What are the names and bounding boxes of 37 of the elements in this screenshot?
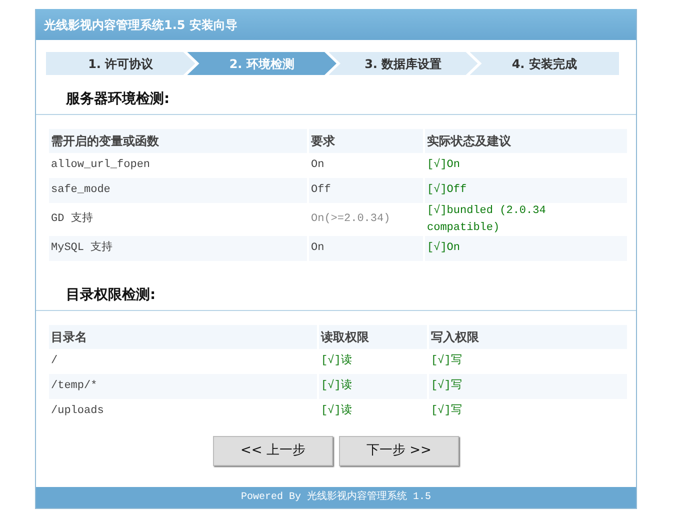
column-header: 写入权限 xyxy=(429,325,627,349)
table-cell-text: [√]写 xyxy=(430,403,463,420)
table-cell: [√]读 xyxy=(319,374,427,399)
window-title: 光线影视内容管理系统1.5 安装向导 xyxy=(36,9,636,40)
table-cell-text: [√]bundled (2.0.34 compatible) xyxy=(426,203,547,236)
column-header: 目录名 xyxy=(49,325,317,349)
column-header: 需开启的变量或函数 xyxy=(49,129,307,153)
table-cell-text: allow_url_fopen xyxy=(50,158,152,174)
next-button[interactable]: 下一步 >> xyxy=(339,436,459,466)
table-cell: [√]写 xyxy=(429,374,627,399)
section-heading: 目录权限检测: xyxy=(36,271,636,311)
table-cell: [√]On xyxy=(425,236,627,261)
table-cell: On xyxy=(309,236,423,261)
table-cell: safe_mode xyxy=(49,178,307,203)
table-cell-text: On xyxy=(310,158,326,174)
table-cell: Off xyxy=(309,178,423,203)
footer-text: Powered By 光线影视内容管理系统 1.5 xyxy=(36,487,636,508)
wizard-step: 3. 数据库设置 xyxy=(328,52,478,75)
table-cell-text: [√]读 xyxy=(320,403,353,420)
table-cell-text: / xyxy=(50,354,59,370)
column-header: 要求 xyxy=(309,129,423,153)
table-cell: MySQL 支持 xyxy=(49,236,307,261)
table-cell-text: [√]写 xyxy=(430,353,463,370)
table-cell-text: On(>=2.0.34) xyxy=(310,212,392,228)
section-heading: 服务器环境检测: xyxy=(36,75,636,115)
back-button[interactable]: << 上一步 xyxy=(213,436,333,466)
wizard-step: 4. 安装完成 xyxy=(470,52,619,75)
column-header: 实际状态及建议 xyxy=(425,129,627,153)
table-cell-text: /uploads xyxy=(50,404,105,420)
wizard-step: 1. 许可协议 xyxy=(46,52,196,75)
table-cell-text: [√]读 xyxy=(320,353,353,370)
column-header: 读取权限 xyxy=(319,325,427,349)
table-cell-text: GD 支持 xyxy=(50,211,94,228)
table-cell-text: [√]On xyxy=(426,157,462,174)
table-cell: /temp/* xyxy=(49,374,317,399)
wizard-step: 2. 环境检测 xyxy=(187,52,336,75)
table-cell: [√]Off xyxy=(425,178,627,203)
